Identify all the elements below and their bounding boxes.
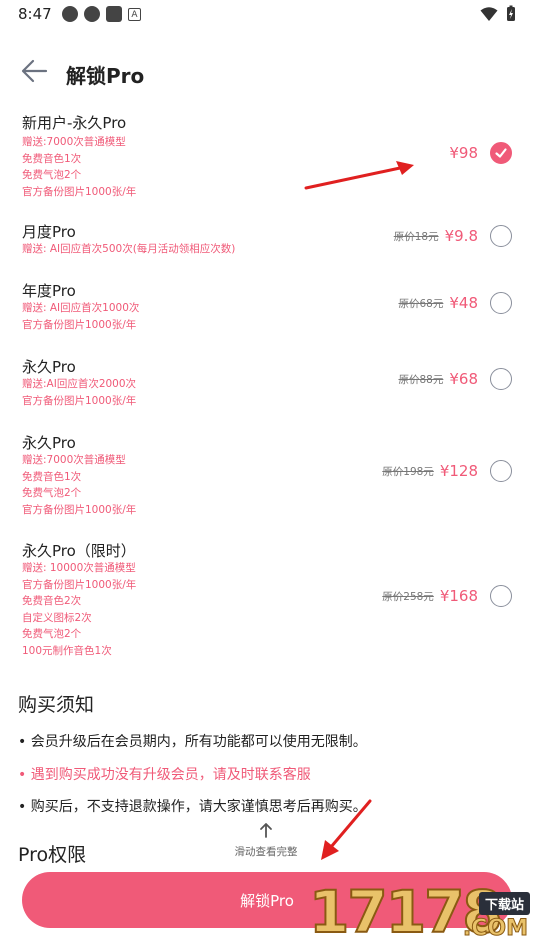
- plan-original-price: 原价18元: [393, 230, 439, 243]
- watermark-badge: 下载站: [478, 892, 530, 915]
- plan-name: 新用户-永久Pro: [22, 114, 127, 132]
- plan-description: 赠送: 10000次普通模型 官方备份图片1000张/年 免费音色2次 自定义图标2次…: [22, 562, 137, 657]
- plan-original-price: 原价68元: [398, 297, 444, 310]
- watermark-logo: 17178 下载站 .COM: [305, 880, 534, 950]
- notice-item-highlight: • 遇到购买成功没有升级会员，请及时联系客服: [18, 767, 311, 783]
- arrow-left-icon: [21, 59, 48, 83]
- plan-original-price: 原价258元: [382, 590, 434, 603]
- notice-item: • 购买后，不支持退款操作，请大家谨慎思考后再购买。: [18, 799, 367, 815]
- plan-name: 年度Pro: [22, 282, 76, 300]
- system-icons: [480, 5, 516, 22]
- plan-item-lifetime-limited[interactable]: 永久Pro（限时） 赠送: 10000次普通模型 官方备份图片1000张/年 免费音…: [0, 538, 534, 660]
- plan-price-area: 原价258元 ¥168: [382, 585, 512, 607]
- plan-item-yearly[interactable]: 年度Pro 赠送: AI回应首次1000次 官方备份图片1000张/年 原价68元…: [0, 278, 534, 334]
- wifi-icon: [480, 6, 498, 21]
- plan-name: 永久Pro（限时）: [22, 542, 136, 560]
- plan-item-lifetime[interactable]: 永久Pro 赠送:AI回应首次2000次 官方备份图片1000张/年 原价88元 …: [0, 354, 534, 410]
- plan-description: 赠送:AI回应首次2000次 官方备份图片1000张/年: [22, 378, 137, 407]
- page-title: 解锁Pro: [66, 64, 145, 88]
- header: 解锁Pro: [0, 50, 534, 94]
- plan-radio[interactable]: [490, 225, 512, 247]
- plan-radio[interactable]: [490, 368, 512, 390]
- scroll-hint-text: 滑动查看完整: [234, 846, 298, 858]
- status-bar: 8:47 A: [0, 0, 534, 28]
- plan-name: 月度Pro: [22, 223, 76, 241]
- a-badge-icon: A: [128, 7, 141, 21]
- notice-title: 购买须知: [18, 694, 95, 716]
- plan-description: 赠送: AI回应首次500次(每月活动领相应次数): [22, 243, 236, 255]
- notice-item: • 会员升级后在会员期内，所有功能都可以使用无限制。: [18, 734, 367, 750]
- plan-price: ¥68: [449, 370, 478, 388]
- plan-radio[interactable]: [490, 460, 512, 482]
- plan-price-area: 原价88元 ¥68: [398, 368, 512, 390]
- plan-item-monthly[interactable]: 月度Pro 赠送: AI回应首次500次(每月活动领相应次数) 原价18元 ¥9…: [0, 219, 534, 259]
- notification-icons: A: [62, 6, 141, 22]
- plan-description: 赠送: AI回应首次1000次 官方备份图片1000张/年: [22, 302, 140, 331]
- scroll-hint: 滑动查看完整: [228, 822, 304, 859]
- back-button[interactable]: [20, 58, 50, 84]
- plan-description: 赠送:7000次普通模型 免费音色1次 免费气泡2个 官方备份图片1000张/年: [22, 136, 137, 198]
- plan-radio-selected[interactable]: [490, 142, 512, 164]
- arrow-up-icon: [260, 823, 272, 838]
- plan-item-lifetime-plus[interactable]: 永久Pro 赠送:7000次普通模型 免费音色1次 免费气泡2个 官方备份图片1000…: [0, 430, 534, 518]
- plan-price-area: 原价68元 ¥48: [398, 292, 512, 314]
- plan-price: ¥9.8: [444, 227, 478, 245]
- plan-price-area: 原价18元 ¥9.8: [394, 225, 512, 247]
- plan-radio[interactable]: [490, 585, 512, 607]
- check-icon: [495, 148, 507, 158]
- plan-item-new-user-lifetime[interactable]: 新用户-永久Pro 赠送:7000次普通模型 免费音色1次 免费气泡2个 官方备份图片…: [0, 110, 534, 202]
- permissions-title: Pro权限: [18, 844, 87, 866]
- plan-price: ¥98: [449, 144, 478, 162]
- plan-name: 永久Pro: [22, 358, 76, 376]
- plan-price: ¥48: [449, 294, 478, 312]
- app-notification-icon: [84, 6, 100, 22]
- plan-original-price: 原价88元: [398, 373, 444, 386]
- plan-description: 赠送:7000次普通模型 免费音色1次 免费气泡2个 官方备份图片1000张/年: [22, 454, 137, 516]
- watermark-domain: .COM: [462, 916, 528, 942]
- plan-price-area: 原价198元 ¥128: [382, 460, 512, 482]
- plan-radio[interactable]: [490, 292, 512, 314]
- app-notification-icon: [62, 6, 78, 22]
- battery-charging-icon: [507, 5, 515, 21]
- plan-name: 永久Pro: [22, 434, 76, 452]
- plan-price: ¥128: [439, 462, 478, 480]
- plan-original-price: 原价198元: [382, 465, 434, 478]
- status-time: 8:47: [18, 5, 52, 23]
- plan-price: ¥168: [439, 587, 478, 605]
- plan-price-area: ¥98: [449, 142, 512, 164]
- app-notification-icon: [106, 6, 122, 22]
